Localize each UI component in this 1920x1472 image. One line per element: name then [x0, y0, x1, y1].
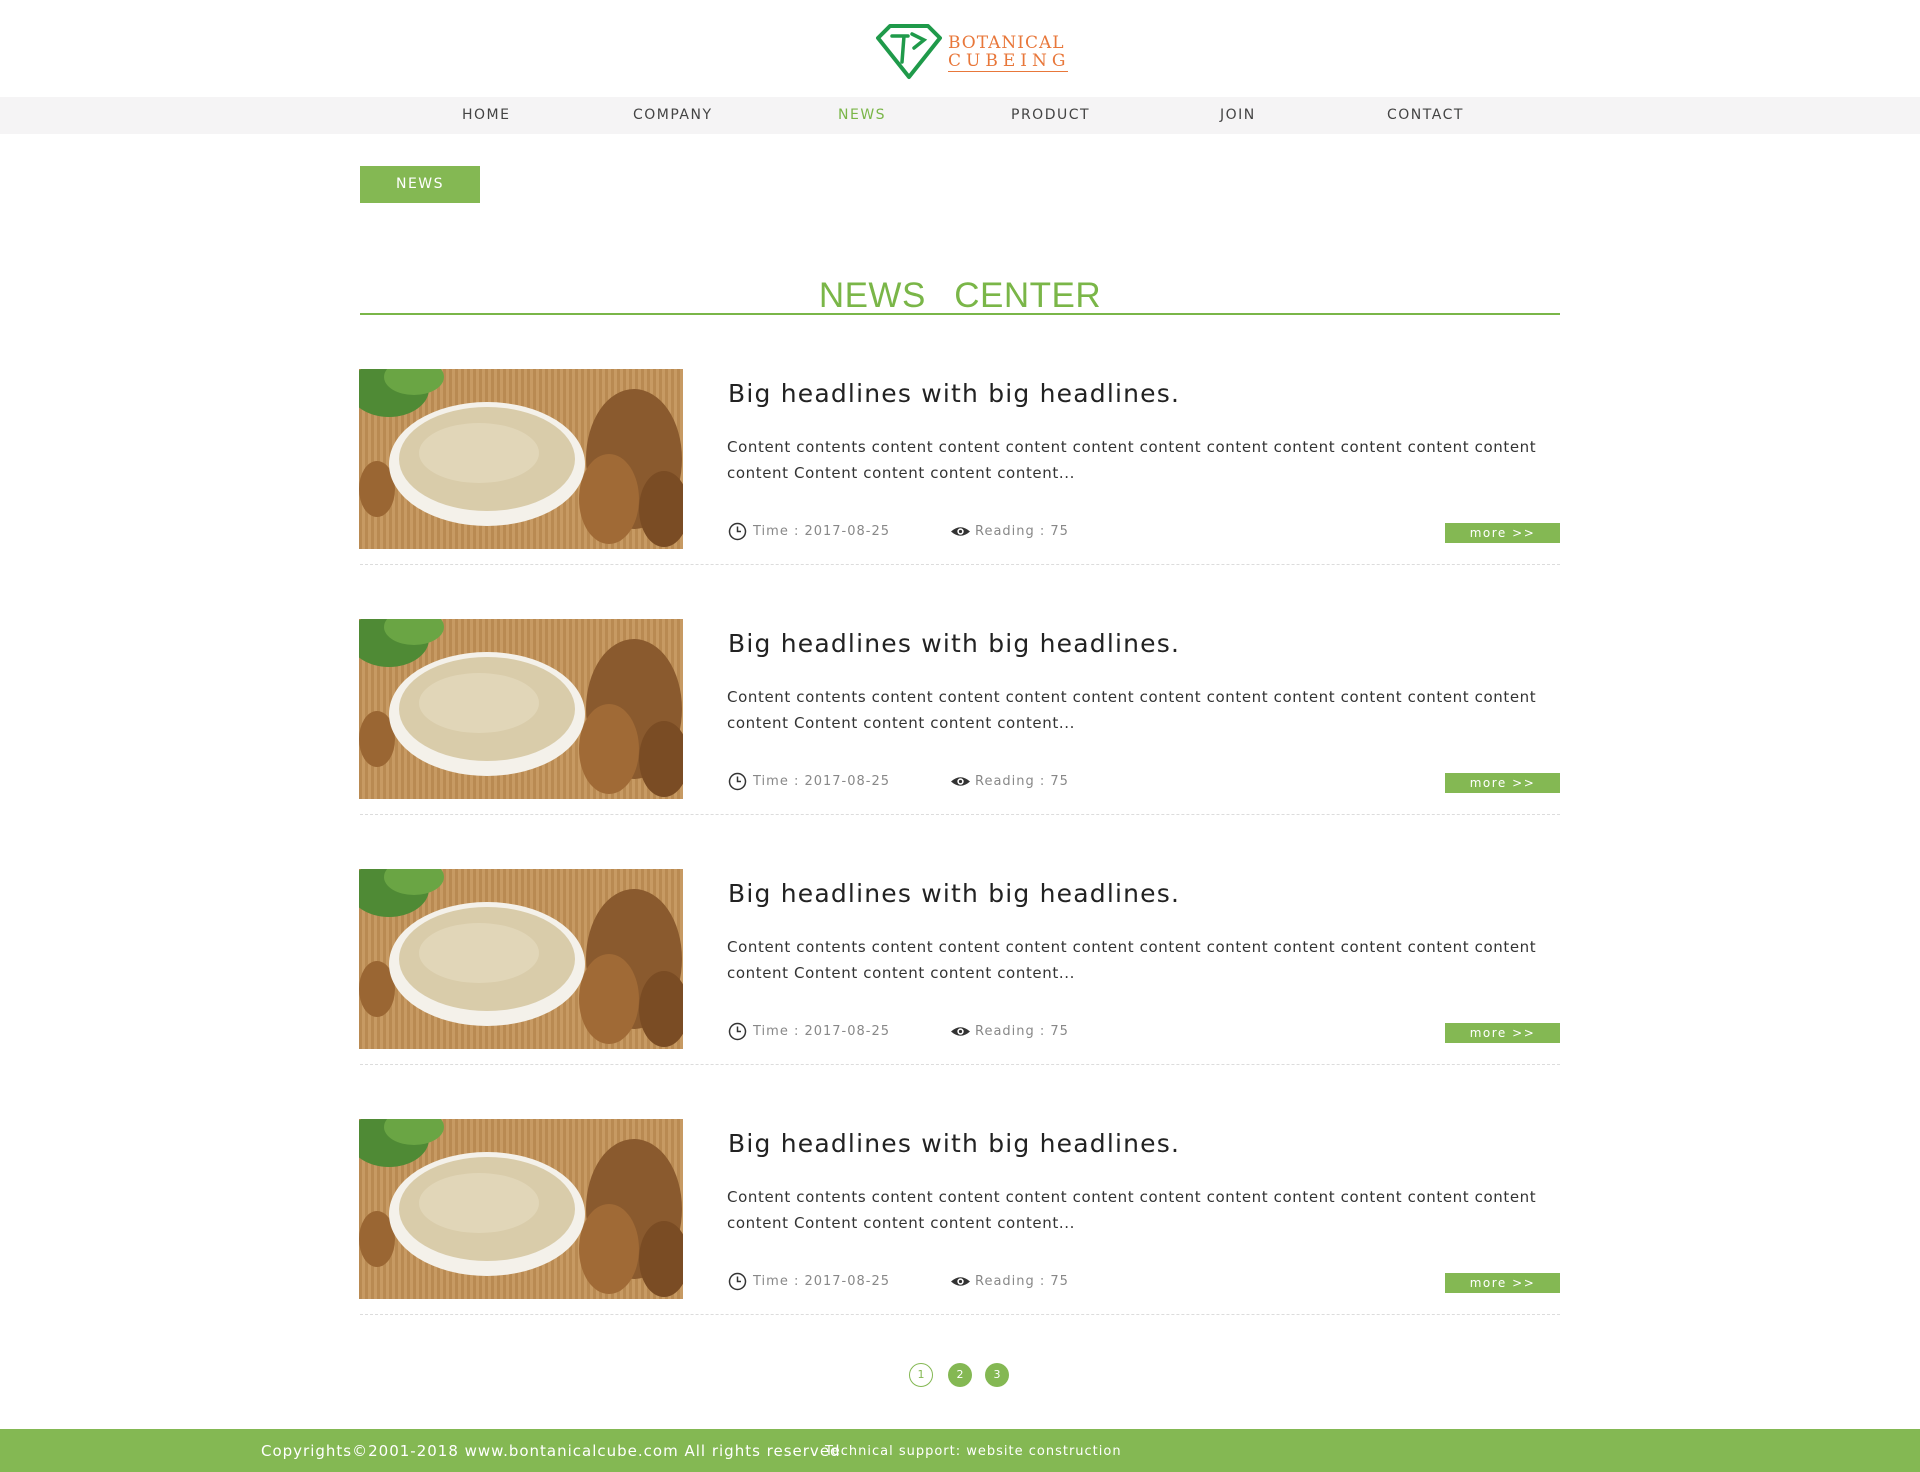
- news-item: Big headlines with big headlines. Conten…: [359, 369, 1560, 584]
- herb-powder-photo-icon: [359, 619, 683, 799]
- herb-powder-photo-icon: [359, 369, 683, 549]
- nav-item-contact[interactable]: CONTACT: [1387, 97, 1464, 134]
- more-button[interactable]: more >>: [1445, 1023, 1560, 1043]
- clock-icon: [728, 1022, 747, 1041]
- news-item: Big headlines with big headlines. Conten…: [359, 619, 1560, 834]
- news-thumbnail[interactable]: [359, 869, 683, 1049]
- clock-icon: [728, 772, 747, 791]
- main-nav: HOME COMPANY NEWS PRODUCT JOIN CONTACT: [0, 97, 1920, 134]
- news-title[interactable]: Big headlines with big headlines.: [728, 629, 1180, 658]
- brand-name: BOTANICAL CUBEING: [948, 34, 1070, 70]
- news-time-text: Time : 2017-08-25: [753, 1274, 891, 1289]
- herb-powder-photo-icon: [359, 1119, 683, 1299]
- eye-icon: [951, 527, 970, 536]
- news-divider: [360, 1314, 1560, 1315]
- footer-support: Technical support: website construction: [825, 1444, 1122, 1459]
- more-button[interactable]: more >>: [1445, 773, 1560, 793]
- news-reading-text: Reading : 75: [975, 524, 1069, 539]
- news-item: Big headlines with big headlines. Conten…: [359, 1119, 1560, 1334]
- page-2-button[interactable]: 2: [948, 1363, 972, 1387]
- news-thumbnail[interactable]: [359, 369, 683, 549]
- news-summary: Content contents content content content…: [727, 688, 1537, 732]
- news-reading-text: Reading : 75: [975, 1024, 1069, 1039]
- news-title[interactable]: Big headlines with big headlines.: [728, 879, 1180, 908]
- nav-item-company[interactable]: COMPANY: [633, 97, 713, 134]
- nav-item-join[interactable]: JOIN: [1220, 97, 1256, 134]
- site-header: BOTANICAL CUBEING: [0, 0, 1920, 97]
- title-divider: [360, 313, 1560, 315]
- news-reading-text: Reading : 75: [975, 1274, 1069, 1289]
- page-1-button[interactable]: 1: [909, 1363, 933, 1387]
- news-divider: [360, 564, 1560, 565]
- nav-item-product[interactable]: PRODUCT: [1011, 97, 1090, 134]
- brand-logo[interactable]: BOTANICAL CUBEING: [874, 22, 1070, 80]
- eye-icon: [951, 777, 970, 786]
- news-summary: Content contents content content content…: [727, 438, 1537, 482]
- news-time-text: Time : 2017-08-25: [753, 1024, 891, 1039]
- eye-icon: [951, 1277, 970, 1286]
- breadcrumb-news-tag[interactable]: NEWS: [360, 166, 480, 203]
- page-3-button[interactable]: 3: [985, 1363, 1009, 1387]
- news-time-text: Time : 2017-08-25: [753, 774, 891, 789]
- brand-line1: BOTANICAL: [948, 33, 1065, 53]
- brand-line2: CUBEING: [948, 51, 1071, 71]
- diamond-logo-icon: [876, 24, 942, 79]
- news-divider: [360, 1064, 1560, 1065]
- nav-item-home[interactable]: HOME: [462, 97, 510, 134]
- news-summary: Content contents content content content…: [727, 938, 1537, 982]
- news-divider: [360, 814, 1560, 815]
- news-reading-text: Reading : 75: [975, 774, 1069, 789]
- clock-icon: [728, 522, 747, 541]
- more-button[interactable]: more >>: [1445, 523, 1560, 543]
- news-item: Big headlines with big headlines. Conten…: [359, 869, 1560, 1084]
- news-thumbnail[interactable]: [359, 619, 683, 799]
- news-thumbnail[interactable]: [359, 1119, 683, 1299]
- news-summary: Content contents content content content…: [727, 1188, 1537, 1232]
- brand-underline: [948, 71, 1068, 72]
- page-title: NEWS CENTER: [818, 276, 1102, 315]
- news-title[interactable]: Big headlines with big headlines.: [728, 1129, 1180, 1158]
- site-footer: Copyrights©2001-2018 www.bontanicalcube.…: [0, 1429, 1920, 1472]
- clock-icon: [728, 1272, 747, 1291]
- news-time-text: Time : 2017-08-25: [753, 524, 891, 539]
- eye-icon: [951, 1027, 970, 1036]
- nav-item-news[interactable]: NEWS: [838, 97, 886, 134]
- herb-powder-photo-icon: [359, 869, 683, 1049]
- footer-copyright: Copyrights©2001-2018 www.bontanicalcube.…: [261, 1442, 841, 1460]
- news-title[interactable]: Big headlines with big headlines.: [728, 379, 1180, 408]
- more-button[interactable]: more >>: [1445, 1273, 1560, 1293]
